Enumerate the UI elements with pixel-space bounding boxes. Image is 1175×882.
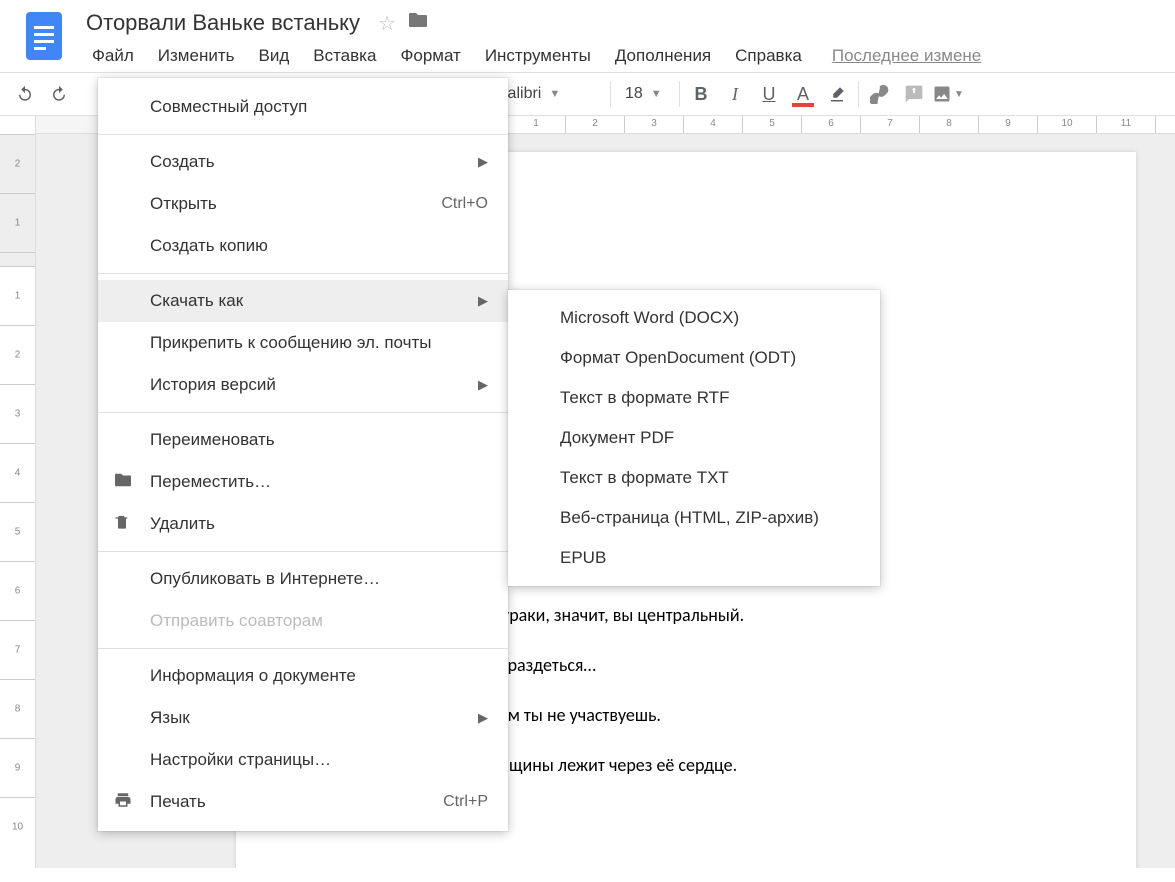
menu-item-delete[interactable]: Удалить	[98, 503, 508, 545]
title-row: Оторвали Ваньке встаньку ☆	[80, 8, 1167, 38]
app-header: Оторвали Ваньке встаньку ☆ Файл Изменить…	[0, 0, 1175, 72]
undo-button[interactable]	[8, 77, 42, 111]
submenu-arrow-icon: ▶	[478, 377, 488, 393]
menu-item-version-history[interactable]: История версий▶	[98, 364, 508, 406]
vertical-ruler[interactable]: 2 1 1 2 3 4 5 6 7 8 9 10	[0, 116, 36, 868]
menubar: Файл Изменить Вид Вставка Формат Инструм…	[80, 40, 1167, 72]
download-as-submenu: Microsoft Word (DOCX) Формат OpenDocumen…	[508, 290, 880, 586]
redo-button[interactable]	[42, 77, 76, 111]
menu-item-new[interactable]: Создать▶	[98, 141, 508, 183]
submenu-item-txt[interactable]: Текст в формате TXT	[508, 458, 880, 498]
submenu-item-docx[interactable]: Microsoft Word (DOCX)	[508, 298, 880, 338]
highlight-button[interactable]	[820, 77, 854, 111]
submenu-arrow-icon: ▶	[478, 293, 488, 309]
insert-link-button[interactable]	[863, 77, 897, 111]
bold-button[interactable]: B	[684, 77, 718, 111]
menu-item-doc-info[interactable]: Информация о документе	[98, 655, 508, 697]
star-icon[interactable]: ☆	[378, 11, 396, 36]
menu-file[interactable]: Файл	[80, 40, 146, 72]
menu-item-make-copy[interactable]: Создать копию	[98, 225, 508, 267]
menu-item-open[interactable]: ОткрытьCtrl+O	[98, 183, 508, 225]
folder-icon	[114, 472, 136, 493]
menu-item-publish[interactable]: Опубликовать в Интернете…	[98, 558, 508, 600]
menu-tools[interactable]: Инструменты	[473, 40, 603, 72]
menu-edit[interactable]: Изменить	[146, 40, 247, 72]
insert-comment-button[interactable]	[897, 77, 931, 111]
text-color-button[interactable]: A	[786, 77, 820, 111]
submenu-item-pdf[interactable]: Документ PDF	[508, 418, 880, 458]
menu-item-language[interactable]: Язык▶	[98, 697, 508, 739]
menu-item-move[interactable]: Переместить…	[98, 461, 508, 503]
menu-item-print[interactable]: ПечатьCtrl+P	[98, 781, 508, 823]
underline-button[interactable]: U	[752, 77, 786, 111]
menu-item-page-setup[interactable]: Настройки страницы…	[98, 739, 508, 781]
menu-addons[interactable]: Дополнения	[603, 40, 723, 72]
printer-icon	[114, 791, 136, 814]
folder-icon[interactable]	[408, 11, 428, 35]
docs-logo-icon[interactable]	[24, 12, 64, 66]
submenu-item-rtf[interactable]: Текст в формате RTF	[508, 378, 880, 418]
submenu-item-odt[interactable]: Формат OpenDocument (ODT)	[508, 338, 880, 378]
insert-image-button[interactable]: ▼	[931, 77, 965, 111]
menu-insert[interactable]: Вставка	[301, 40, 388, 72]
menu-item-email-collab: Отправить соавторам	[98, 600, 508, 642]
font-size-select[interactable]: 18▼	[615, 77, 675, 111]
last-edit-link[interactable]: Последнее измене	[814, 40, 987, 72]
menu-view[interactable]: Вид	[246, 40, 301, 72]
menu-item-email-attach[interactable]: Прикрепить к сообщению эл. почты	[98, 322, 508, 364]
menu-item-download-as[interactable]: Скачать как▶	[98, 280, 508, 322]
menu-help[interactable]: Справка	[723, 40, 814, 72]
font-size-label: 18	[625, 85, 643, 103]
document-title[interactable]: Оторвали Ваньке встаньку	[80, 8, 366, 38]
submenu-item-epub[interactable]: EPUB	[508, 538, 880, 578]
submenu-arrow-icon: ▶	[478, 154, 488, 170]
menu-item-rename[interactable]: Переименовать	[98, 419, 508, 461]
file-menu-dropdown: Совместный доступ Создать▶ ОткрытьCtrl+O…	[98, 78, 508, 831]
menu-item-share[interactable]: Совместный доступ	[98, 86, 508, 128]
submenu-arrow-icon: ▶	[478, 710, 488, 726]
italic-button[interactable]: I	[718, 77, 752, 111]
menu-format[interactable]: Формат	[388, 40, 472, 72]
trash-icon	[114, 513, 136, 536]
submenu-item-html[interactable]: Веб-страница (HTML, ZIP-архив)	[508, 498, 880, 538]
